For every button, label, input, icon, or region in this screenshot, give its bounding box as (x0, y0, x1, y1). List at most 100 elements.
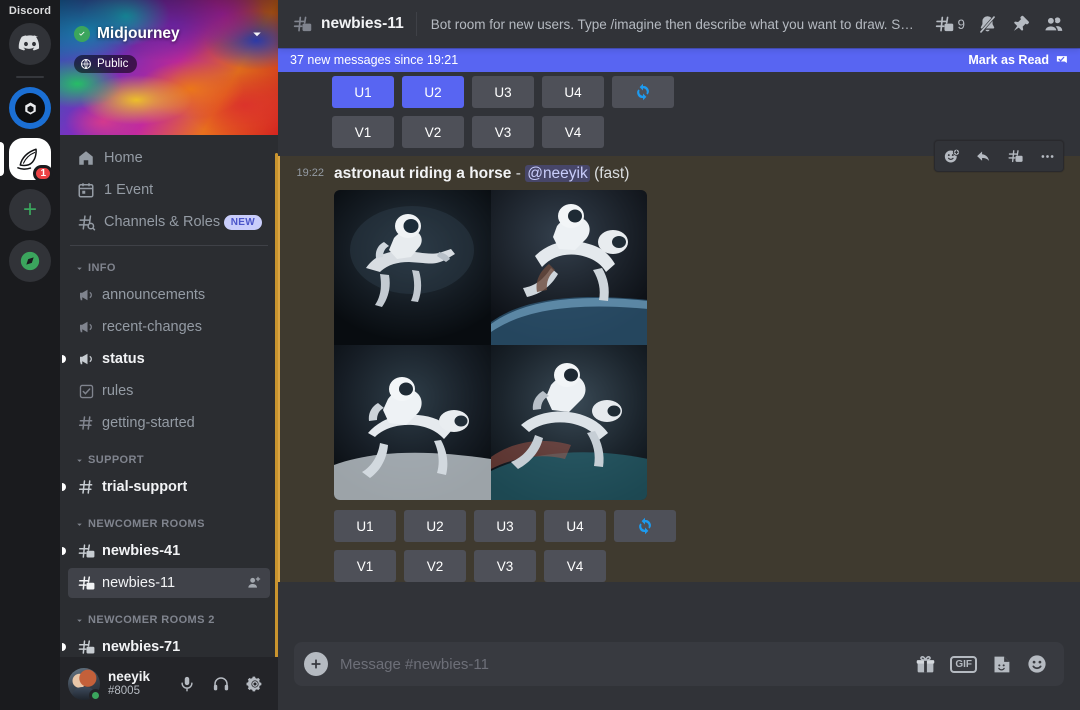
reply-icon (975, 148, 992, 165)
image-cell-4[interactable] (491, 345, 648, 500)
reroll-button[interactable] (614, 510, 676, 542)
channel-topic-link[interactable]: https://docs... (919, 17, 920, 32)
server-privacy-badge: Public (74, 55, 137, 73)
channel-topic-text: Bot room for new users. Type /imagine th… (431, 17, 919, 32)
server-header-row[interactable]: Midjourney (74, 25, 266, 43)
server-icon-midjourney[interactable]: 1 (9, 138, 51, 180)
plus-icon: + (23, 198, 37, 222)
pinned-messages-button[interactable] (1005, 9, 1036, 39)
app-brand-label: Discord (0, 0, 60, 23)
chevron-down-icon[interactable] (248, 25, 266, 43)
reply-button[interactable] (967, 141, 999, 171)
gif-button[interactable]: GIF (950, 656, 977, 673)
add-server-button[interactable]: + (9, 189, 51, 231)
sticker-button[interactable] (991, 654, 1012, 675)
category-newcomer-rooms-2[interactable]: NEWCOMER ROOMS 2 (60, 608, 278, 632)
image-cell-1[interactable] (334, 190, 491, 345)
user-discriminator: #8005 (108, 685, 150, 698)
variation-button-v3[interactable]: V3 (474, 550, 536, 582)
variation-button-v2[interactable]: V2 (402, 116, 464, 148)
message-item[interactable]: 19:22 (278, 156, 1080, 582)
sidebar-item-home[interactable]: Home (68, 143, 270, 173)
thread-count: 9 (957, 17, 965, 32)
upscale-button-u4[interactable]: U4 (544, 510, 606, 542)
server-rail: Discord 1 + (0, 0, 60, 710)
image-cell-2[interactable] (491, 190, 648, 345)
upscale-button-u2[interactable]: U2 (402, 76, 464, 108)
mark-read-icon (1055, 53, 1070, 68)
create-thread-button[interactable] (999, 141, 1031, 171)
sidebar-item-events[interactable]: 1 Event (68, 175, 270, 205)
gift-icon (915, 654, 936, 675)
channel-header: newbies-11 Bot room for new users. Type … (278, 0, 1080, 48)
explore-servers-button[interactable] (9, 240, 51, 282)
mark-as-read-button[interactable]: Mark as Read (968, 53, 1070, 68)
reroll-button[interactable] (612, 76, 674, 108)
message-mention[interactable]: @neeyik (525, 165, 590, 182)
deafen-button[interactable] (206, 669, 236, 699)
channel-label: status (102, 351, 145, 367)
message-prompt: astronaut riding a horse (334, 165, 511, 182)
threads-button[interactable]: 9 (929, 9, 970, 39)
variation-button-v4[interactable]: V4 (544, 550, 606, 582)
discord-home-button[interactable] (9, 23, 51, 65)
server-icon-nexus[interactable] (9, 87, 51, 129)
user-settings-button[interactable] (240, 669, 270, 699)
upscale-button-u4[interactable]: U4 (542, 76, 604, 108)
mute-mic-button[interactable] (172, 669, 202, 699)
mark-as-read-label: Mark as Read (968, 53, 1049, 67)
new-badge: NEW (224, 215, 262, 230)
upscale-button-row: U1 U2 U3 U4 (332, 76, 1080, 108)
compass-icon (19, 250, 41, 272)
sidebar-channel-newbies-11[interactable]: newbies-11 (68, 568, 270, 598)
sidebar-channel-trial-support[interactable]: trial-support (68, 472, 270, 502)
sidebar-channel-status[interactable]: status (68, 344, 270, 374)
rules-icon (76, 381, 96, 401)
gift-button[interactable] (915, 654, 936, 675)
notification-settings-button[interactable] (972, 9, 1003, 39)
sidebar-channel-rules[interactable]: rules (68, 376, 270, 406)
variation-button-v4[interactable]: V4 (542, 116, 604, 148)
new-messages-text: 37 new messages since 19:21 (290, 53, 458, 67)
discord-logo-icon (17, 31, 43, 57)
avatar[interactable] (68, 668, 100, 700)
member-list-button[interactable] (1038, 9, 1070, 39)
category-newcomer-rooms[interactable]: NEWCOMER ROOMS (60, 512, 278, 536)
sidebar-item-channels-roles[interactable]: Channels & Roles NEW (68, 207, 270, 237)
more-options-button[interactable] (1031, 141, 1063, 171)
add-member-icon[interactable] (246, 575, 262, 591)
variation-button-v1[interactable]: V1 (334, 550, 396, 582)
sidebar-channel-getting-started[interactable]: getting-started (68, 408, 270, 438)
upscale-button-u1[interactable]: U1 (334, 510, 396, 542)
announcement-icon (76, 285, 96, 305)
image-cell-3[interactable] (334, 345, 491, 500)
user-identity[interactable]: neeyik #8005 (108, 669, 150, 698)
new-messages-banner[interactable]: 37 new messages since 19:21 Mark as Read (278, 48, 1080, 72)
globe-icon (80, 58, 92, 70)
emoji-button[interactable] (1026, 653, 1048, 675)
message-action-buttons: U1 U2 U3 U4 V1 V2 (334, 500, 1064, 582)
add-reaction-button[interactable] (935, 141, 967, 171)
message-input[interactable] (340, 656, 903, 673)
generated-image-grid[interactable] (334, 190, 647, 500)
sidebar-channel-newbies-41[interactable]: newbies-41 (68, 536, 270, 566)
message-mode: (fast) (594, 165, 629, 182)
upscale-button-u2[interactable]: U2 (404, 510, 466, 542)
category-support[interactable]: SUPPORT (60, 448, 278, 472)
server-banner[interactable]: Midjourney Public (60, 0, 278, 135)
category-info[interactable]: INFO (60, 256, 278, 280)
user-panel: neeyik #8005 (60, 657, 278, 710)
upscale-button-u1[interactable]: U1 (332, 76, 394, 108)
variation-button-v2[interactable]: V2 (404, 550, 466, 582)
variation-button-v1[interactable]: V1 (332, 116, 394, 148)
attach-file-button[interactable] (304, 652, 328, 676)
channel-topic[interactable]: Bot room for new users. Type /imagine th… (431, 17, 920, 32)
sidebar-channel-recent-changes[interactable]: recent-changes (68, 312, 270, 342)
bell-muted-icon (977, 14, 998, 35)
sidebar-channel-announcements[interactable]: announcements (68, 280, 270, 310)
upscale-button-u3[interactable]: U3 (472, 76, 534, 108)
upscale-button-u3[interactable]: U3 (474, 510, 536, 542)
variation-button-v3[interactable]: V3 (472, 116, 534, 148)
sidebar-channel-newbies-71[interactable]: newbies-71 (68, 632, 270, 657)
members-icon (1043, 13, 1065, 35)
